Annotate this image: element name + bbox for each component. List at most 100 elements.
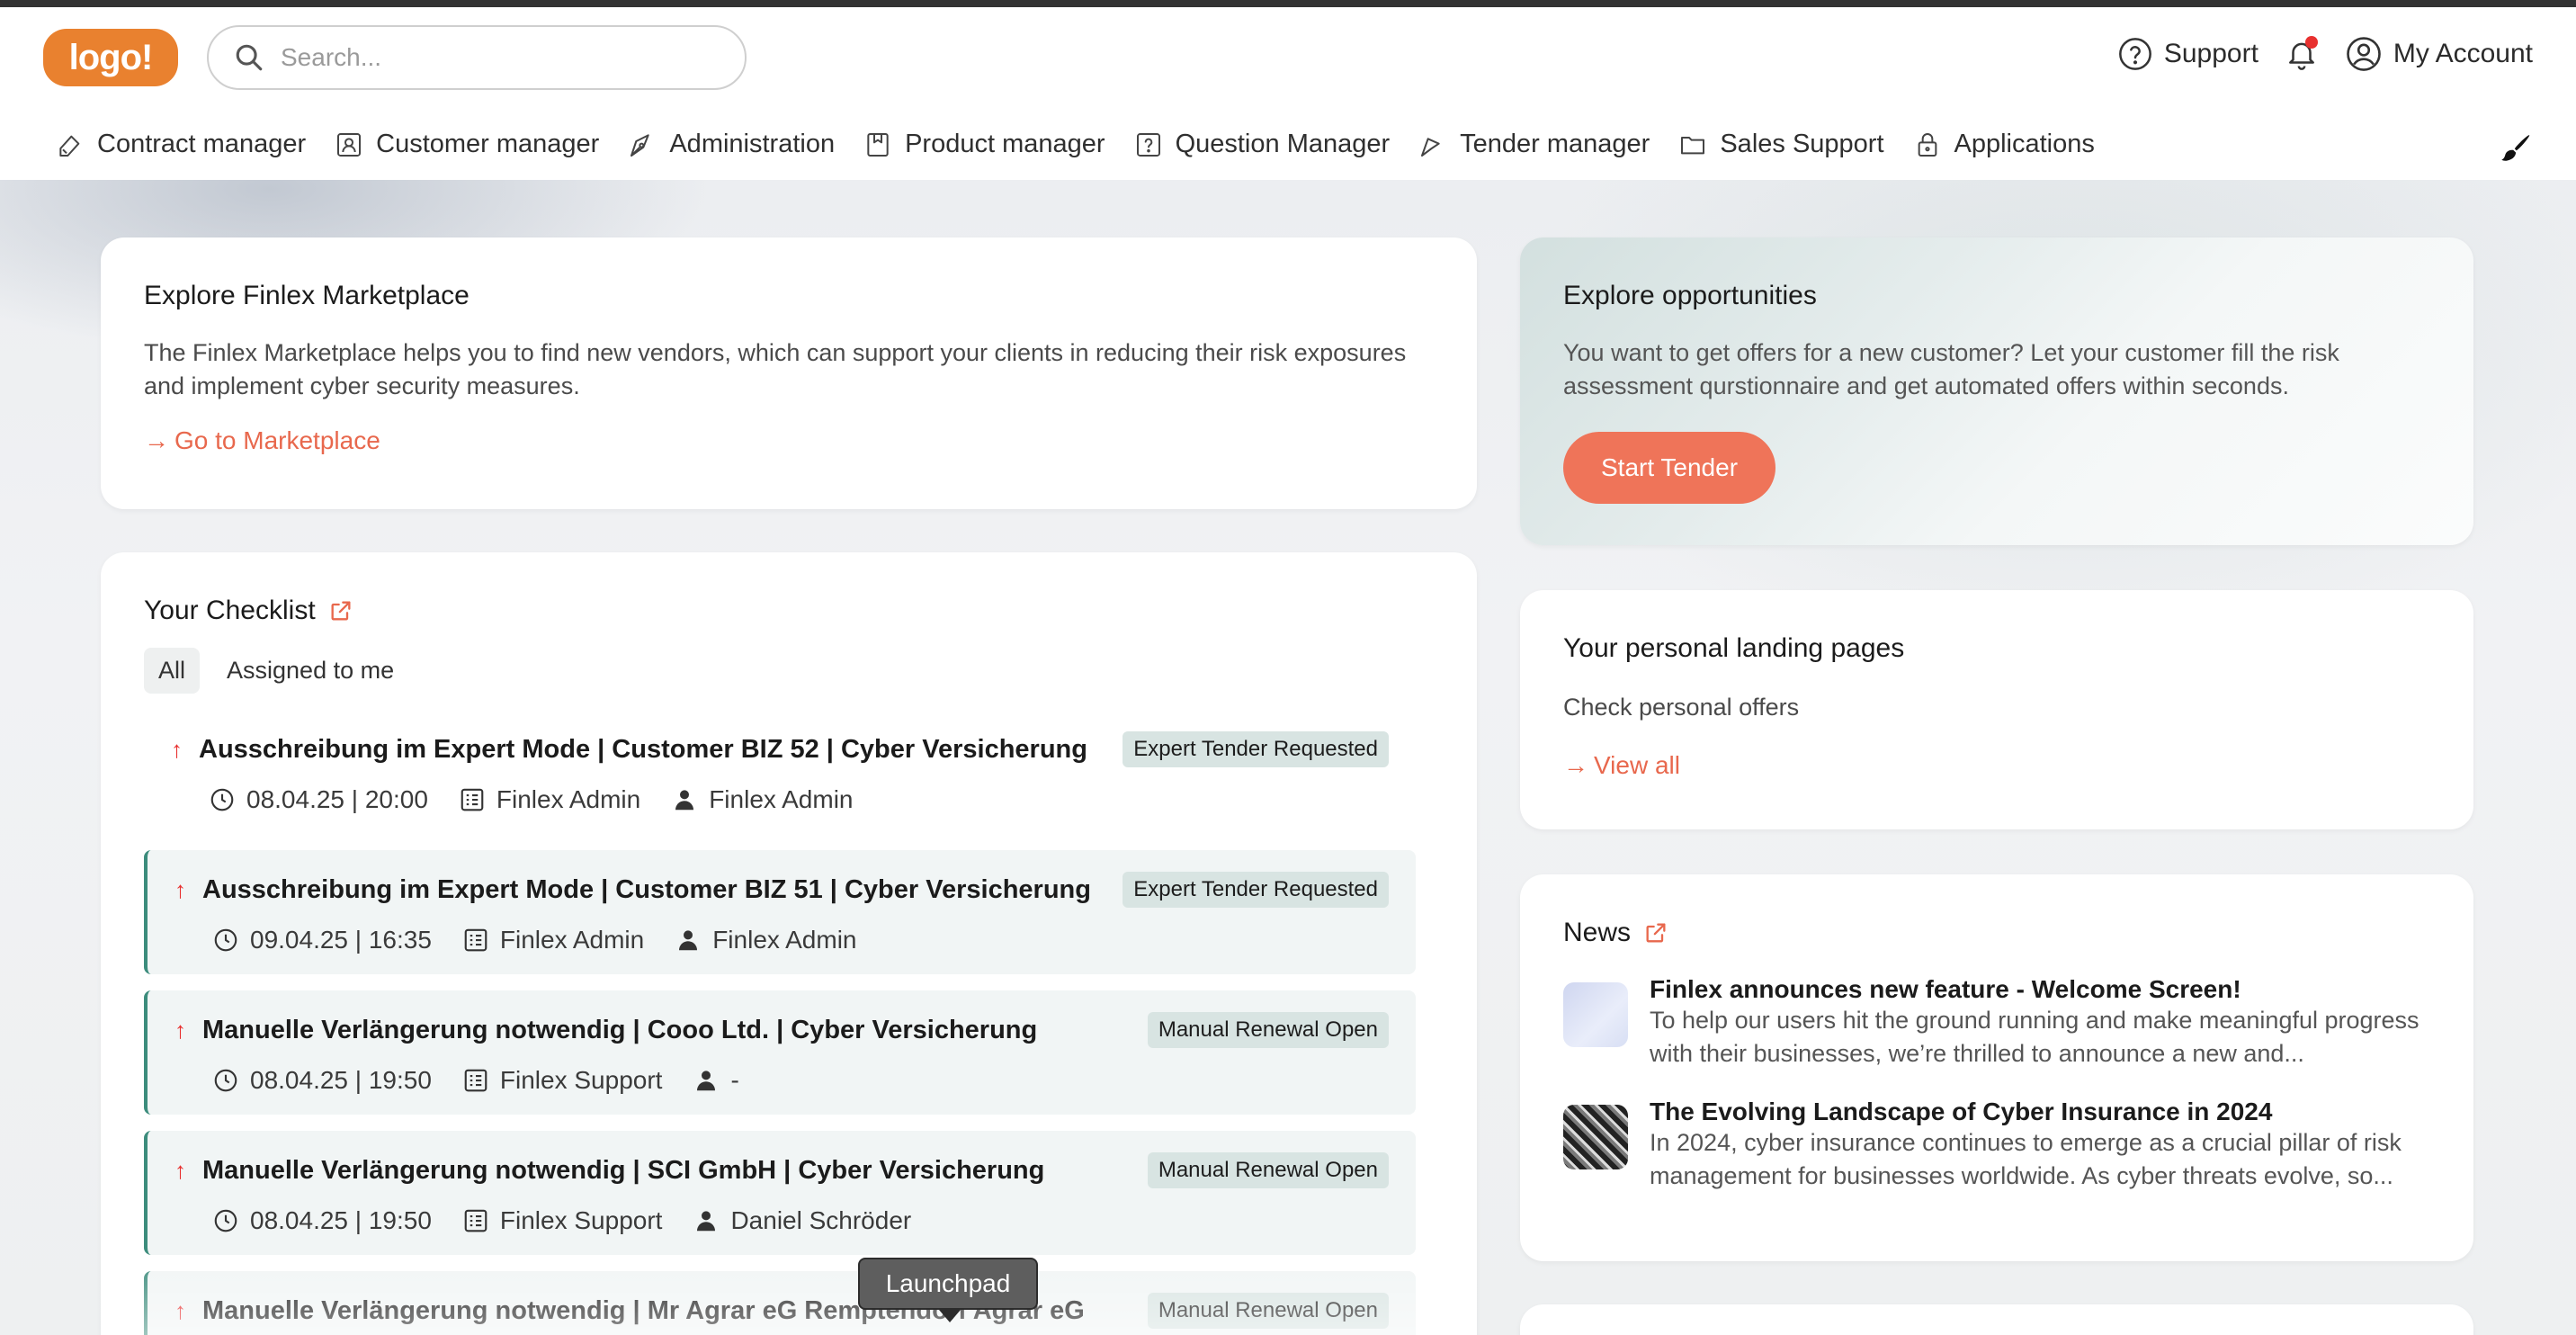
filter-all[interactable]: All xyxy=(144,648,201,694)
nav-item-contract-manager[interactable]: Contract manager xyxy=(56,130,306,159)
clock-icon xyxy=(214,928,237,952)
nav-item-question-manager[interactable]: Question Manager xyxy=(1134,130,1391,159)
nav-label: Administration xyxy=(669,130,836,158)
help-circle-icon xyxy=(2118,38,2151,70)
nav-label: Product manager xyxy=(905,130,1105,158)
logo[interactable]: logo! xyxy=(43,29,178,86)
task-title: Manuelle Verlängerung notwendig | Cooo L… xyxy=(202,1015,1038,1044)
checklist-icon xyxy=(461,788,484,811)
clock-icon xyxy=(214,1069,237,1092)
checklist-task[interactable]: ↑ Manuelle Verlängerung notwendig | Cooo… xyxy=(144,990,1416,1115)
support-link[interactable]: Support xyxy=(2117,36,2258,72)
person-icon xyxy=(697,1071,716,1091)
nav-item-tender-manager[interactable]: Tender manager xyxy=(1418,130,1650,159)
nav-label: Question Manager xyxy=(1175,130,1391,158)
user-circle-icon xyxy=(2347,37,2381,71)
theme-button[interactable] xyxy=(2499,131,2535,172)
folder-icon xyxy=(1681,136,1705,154)
task-date: 08.04.25 | 20:00 xyxy=(246,785,428,813)
checklist-header: Your Checklist xyxy=(144,596,1434,626)
news-item[interactable]: Finlex announces new feature - Welcome S… xyxy=(1563,975,2430,1071)
opportunities-text: You want to get offers for a new custome… xyxy=(1563,339,2339,399)
account-menu[interactable]: My Account xyxy=(2345,35,2533,73)
search-input[interactable] xyxy=(281,43,712,72)
task-creator: Finlex Support xyxy=(499,1206,663,1234)
task-title: Ausschreibung im Expert Mode | Customer … xyxy=(199,734,1087,764)
checklist-icon xyxy=(464,1069,487,1092)
notifications-button[interactable] xyxy=(2282,34,2321,74)
nav-label: Contract manager xyxy=(97,130,307,158)
support-label: Support xyxy=(2163,39,2258,68)
checklist-task[interactable]: ↑ Ausschreibung im Expert Mode | Custome… xyxy=(144,850,1416,974)
checklist-icon xyxy=(464,928,487,952)
external-link-icon[interactable] xyxy=(328,598,353,623)
status-badge: Expert Tender Requested xyxy=(1123,731,1389,767)
task-creator: Finlex Support xyxy=(499,1066,663,1094)
priority-up-arrow-icon: ↑ xyxy=(171,735,183,763)
task-assignee: - xyxy=(730,1066,739,1094)
search-icon xyxy=(236,44,263,71)
filter-assigned-to-me[interactable]: Assigned to me xyxy=(212,648,408,694)
nav-label: Sales Support xyxy=(1720,130,1884,158)
nav-item-sales-support[interactable]: Sales Support xyxy=(1678,130,1884,159)
nav-item-customer-manager[interactable]: Customer manager xyxy=(335,130,599,159)
product-icon xyxy=(867,132,889,157)
marketplace-title: Explore Finlex Marketplace xyxy=(144,281,470,310)
nav-item-administration[interactable]: Administration xyxy=(628,130,835,159)
priority-up-arrow-icon: ↑ xyxy=(174,1156,186,1184)
opportunities-card: Explore opportunities You want to get of… xyxy=(1520,237,2473,545)
landing-text: Check personal offers xyxy=(1563,694,1800,721)
view-all-link[interactable]: → View all xyxy=(1563,751,1680,780)
header: logo! Support My Account Contract manage… xyxy=(0,7,2576,180)
marketplace-text: The Finlex Marketplace helps you to find… xyxy=(144,339,1407,399)
priority-up-arrow-icon: ↑ xyxy=(174,1016,186,1044)
clock-icon xyxy=(214,1209,237,1232)
task-creator: Finlex Admin xyxy=(496,785,641,813)
task-date: 09.04.25 | 16:35 xyxy=(250,926,432,954)
nav-item-applications[interactable]: Applications xyxy=(1913,130,2095,159)
start-tender-button[interactable]: Start Tender xyxy=(1563,432,1776,504)
checklist-filters: All Assigned to me xyxy=(144,648,1434,694)
arrow-right-icon: → xyxy=(1563,751,1588,779)
news-item-text: To help our users hit the ground running… xyxy=(1650,1007,2419,1067)
launchpad-tooltip: Launchpad xyxy=(858,1258,1038,1322)
news-title: News xyxy=(1563,918,1632,947)
priority-up-arrow-icon: ↑ xyxy=(174,1296,186,1324)
nav-label: Applications xyxy=(1954,130,2095,158)
account-label: My Account xyxy=(2393,39,2533,68)
news-item[interactable]: The Evolving Landscape of Cyber Insuranc… xyxy=(1563,1098,2430,1193)
checklist-task[interactable]: ↑ Ausschreibung im Expert Mode | Custome… xyxy=(144,710,1416,834)
header-actions: Support My Account xyxy=(2117,34,2533,74)
task-date: 08.04.25 | 19:50 xyxy=(250,1066,432,1094)
news-card: News Finlex announces new feature - Welc… xyxy=(1520,874,2473,1261)
search-box[interactable] xyxy=(207,25,747,90)
checklist-card: Your Checklist All Assigned to me ↑ Auss… xyxy=(101,552,1477,1335)
status-badge: Manual Renewal Open xyxy=(1147,1012,1389,1048)
landing-title: Your personal landing pages xyxy=(1563,633,1905,663)
main-nav: Contract manager Customer manager Admini… xyxy=(56,130,2095,159)
checklist-task[interactable]: ↑ Manuelle Verlängerung notwendig | Mr A… xyxy=(144,1271,1416,1335)
task-assignee: Finlex Admin xyxy=(712,926,857,954)
marketplace-card: Explore Finlex Marketplace The Finlex Ma… xyxy=(101,237,1477,509)
external-link-icon[interactable] xyxy=(1643,920,1668,945)
person-icon xyxy=(675,790,694,811)
nav-label: Tender manager xyxy=(1460,130,1650,158)
news-header: News xyxy=(1563,918,2430,948)
checklist-task[interactable]: ↑ Manuelle Verlängerung notwendig | SCI … xyxy=(144,1131,1416,1255)
tender-icon xyxy=(1421,137,1440,157)
nav-item-product-manager[interactable]: Product manager xyxy=(863,130,1105,159)
go-to-marketplace-link[interactable]: → Go to Marketplace xyxy=(144,426,380,455)
task-title: Manuelle Verlängerung notwendig | SCI Gm… xyxy=(202,1155,1045,1185)
task-title: Ausschreibung im Expert Mode | Customer … xyxy=(202,874,1091,904)
news-item-title: The Evolving Landscape of Cyber Insuranc… xyxy=(1650,1098,2273,1125)
link-label: Go to Marketplace xyxy=(174,426,380,454)
nav-label: Customer manager xyxy=(376,130,600,158)
task-assignee: Daniel Schröder xyxy=(730,1206,912,1234)
contract-icon xyxy=(59,135,80,157)
checklist-icon xyxy=(464,1209,487,1232)
opportunities-title: Explore opportunities xyxy=(1563,281,1817,310)
clock-icon xyxy=(210,788,234,811)
news-thumbnail xyxy=(1563,1105,1628,1169)
news-item-text: In 2024, cyber insurance continues to em… xyxy=(1650,1129,2402,1189)
status-badge: Manual Renewal Open xyxy=(1147,1293,1389,1329)
